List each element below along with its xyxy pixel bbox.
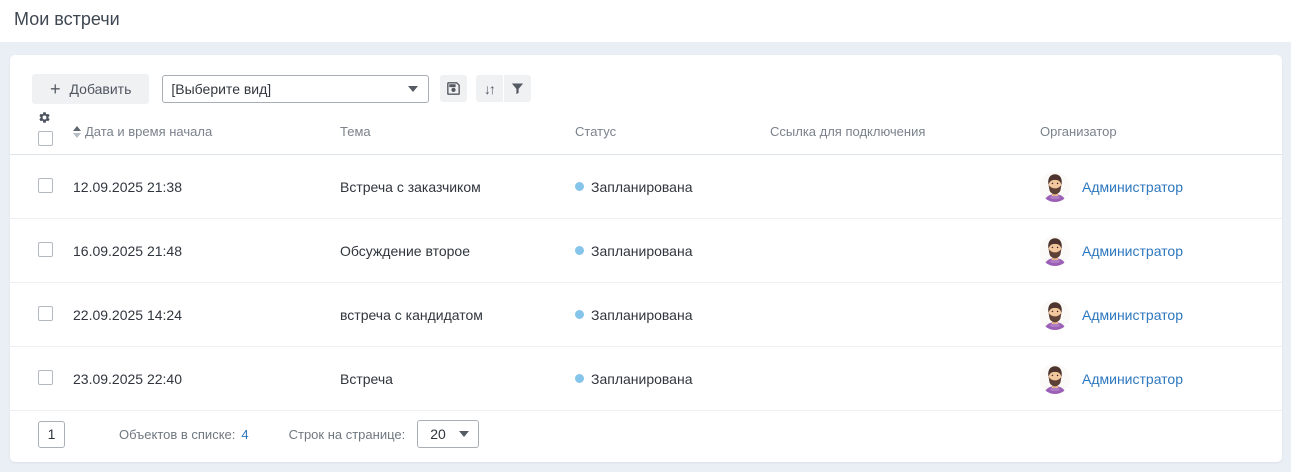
content-area: + Добавить [Выберите вид] ↓↑ [0, 42, 1291, 472]
add-button[interactable]: + Добавить [32, 74, 149, 104]
cell-topic: Встреча с заказчиком [340, 179, 575, 195]
title-band: Мои встречи [0, 0, 1291, 42]
cell-status: Запланирована [575, 307, 770, 323]
toolbar: + Добавить [Выберите вид] ↓↑ [10, 55, 1282, 109]
cell-organizer: Администратор [1040, 364, 1260, 394]
status-label: Запланирована [591, 307, 693, 323]
sort-filter-group: ↓↑ [476, 75, 531, 102]
sort-button[interactable]: ↓↑ [476, 75, 503, 102]
status-dot-icon [575, 374, 584, 383]
filter-icon [510, 81, 525, 96]
column-header-datetime-label: Дата и время начала [85, 124, 212, 139]
cell-organizer: Администратор [1040, 236, 1260, 266]
status-dot-icon [575, 310, 584, 319]
column-header-organizer[interactable]: Организатор [1040, 124, 1260, 139]
status-label: Запланирована [591, 371, 693, 387]
cell-topic: Встреча [340, 371, 575, 387]
column-header-link[interactable]: Ссылка для подключения [770, 124, 1040, 139]
avatar[interactable] [1040, 236, 1070, 266]
organizer-link[interactable]: Администратор [1082, 371, 1183, 387]
page-title: Мои встречи [14, 9, 1291, 30]
status-label: Запланирована [591, 243, 693, 259]
chevron-down-icon [459, 431, 469, 437]
view-select-value: [Выберите вид] [171, 81, 271, 97]
column-header-status[interactable]: Статус [575, 124, 770, 139]
table-footer: 1 Объектов в списке: 4 Строк на странице… [10, 411, 1282, 457]
filter-button[interactable] [504, 75, 531, 102]
avatar[interactable] [1040, 364, 1070, 394]
row-checkbox[interactable] [38, 178, 53, 193]
organizer-link[interactable]: Администратор [1082, 179, 1183, 195]
row-checkbox[interactable] [38, 242, 53, 257]
meetings-panel: + Добавить [Выберите вид] ↓↑ [10, 55, 1282, 462]
cell-organizer: Администратор [1040, 300, 1260, 330]
cell-status: Запланирована [575, 179, 770, 195]
plus-icon: + [50, 80, 61, 98]
status-dot-icon [575, 182, 584, 191]
sort-arrows-icon: ↓↑ [484, 81, 496, 97]
objects-count-label: Объектов в списке: [119, 427, 235, 442]
rows-per-page-label: Строк на странице: [289, 427, 406, 442]
row-checkbox[interactable] [38, 306, 53, 321]
table-row: 22.09.2025 14:24 встреча с кандидатом За… [10, 283, 1282, 347]
cell-topic: встреча с кандидатом [340, 307, 575, 323]
rows-per-page-select[interactable]: 20 [417, 420, 479, 448]
column-header-datetime[interactable]: Дата и время начала [73, 124, 340, 139]
view-select[interactable]: [Выберите вид] [162, 75, 429, 103]
header-controls-cell [38, 109, 73, 146]
cell-organizer: Администратор [1040, 172, 1260, 202]
sort-direction-icon [73, 126, 81, 138]
cell-datetime: 12.09.2025 21:38 [73, 179, 340, 195]
add-button-label: Добавить [70, 81, 132, 97]
avatar[interactable] [1040, 172, 1070, 202]
rows-per-page-group: Строк на странице: 20 [289, 420, 480, 448]
save-view-button[interactable] [440, 75, 467, 102]
status-dot-icon [575, 246, 584, 255]
table-row: 16.09.2025 21:48 Обсуждение второе Запла… [10, 219, 1282, 283]
chevron-down-icon [408, 86, 418, 92]
row-checkbox[interactable] [38, 370, 53, 385]
table-row: 12.09.2025 21:38 Встреча с заказчиком За… [10, 155, 1282, 219]
column-header-topic[interactable]: Тема [340, 124, 575, 139]
status-label: Запланирована [591, 179, 693, 195]
table-row: 23.09.2025 22:40 Встреча Запланирована А… [10, 347, 1282, 411]
save-icon [445, 80, 462, 97]
table-header: Дата и время начала Тема Статус Ссылка д… [10, 109, 1282, 155]
cell-datetime: 22.09.2025 14:24 [73, 307, 340, 323]
gear-icon[interactable] [38, 111, 51, 129]
cell-status: Запланирована [575, 243, 770, 259]
page-number-button[interactable]: 1 [38, 421, 65, 448]
objects-count-group: Объектов в списке: 4 [119, 427, 249, 442]
cell-datetime: 16.09.2025 21:48 [73, 243, 340, 259]
cell-datetime: 23.09.2025 22:40 [73, 371, 340, 387]
avatar[interactable] [1040, 300, 1070, 330]
cell-topic: Обсуждение второе [340, 243, 575, 259]
organizer-link[interactable]: Администратор [1082, 243, 1183, 259]
cell-status: Запланирована [575, 371, 770, 387]
objects-count-value: 4 [241, 427, 248, 442]
organizer-link[interactable]: Администратор [1082, 307, 1183, 323]
select-all-checkbox[interactable] [38, 131, 53, 146]
rows-per-page-value: 20 [430, 426, 446, 442]
